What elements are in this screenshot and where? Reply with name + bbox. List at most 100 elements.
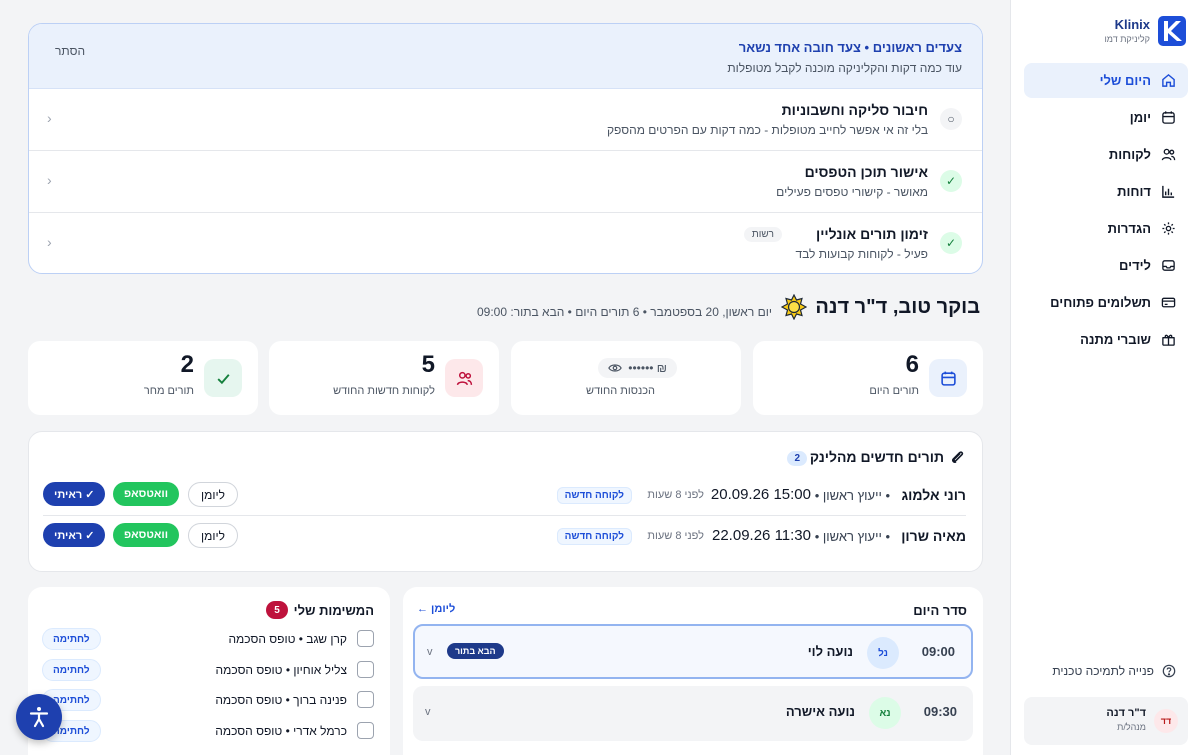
task-item: פנינה ברוך • טופס הסכמה לחתימה (42, 689, 374, 711)
step-check-icon: ✓ (940, 170, 962, 192)
gear-icon (1162, 222, 1175, 235)
booking-row: רוני אלמוג • ייעוץ ראשון • 15:00 20.09.2… (43, 476, 966, 516)
inbox-icon (1162, 260, 1175, 271)
nav-item-label: לידים (1119, 258, 1151, 273)
support-link[interactable]: פנייה לתמיכה טכנית (1024, 657, 1188, 685)
sun-icon (781, 294, 808, 320)
nav-item-label: יומן (1129, 110, 1151, 125)
bar-chart-icon (1162, 185, 1175, 198)
nav-item-calendar[interactable]: יומן (1024, 100, 1188, 135)
link-bookings-card: תורים חדשים מהלינק 2 רוני אלמוג • ייעוץ … (28, 431, 983, 572)
booking-name: רוני אלמוג (901, 487, 966, 503)
home-icon (1162, 73, 1175, 87)
appointment-time: 09:30 (923, 704, 957, 719)
onboarding-step-forms[interactable]: ✓ אישור תוכן הטפסים מאושר - קישורי טפסים… (29, 151, 982, 213)
onboarding-title: צעדים ראשונים • צעד חובה אחד נשאר (738, 40, 962, 55)
stat-value: 5 (421, 351, 435, 378)
task-item: צליל אוחיון • טופס הסכמה לחתימה (42, 659, 374, 681)
chevron-down-icon[interactable]: v (427, 646, 433, 658)
nav-item-label: תשלומים פתוחים (1050, 295, 1151, 310)
greeting: בוקר טוב, ד"ר דנה (781, 294, 980, 320)
check-icon (217, 373, 230, 384)
greeting-meta: יום ראשון, 20 בספטמבר • 6 תורים היום • ה… (477, 305, 772, 319)
stat-card-new-clients[interactable]: 5 לקוחות חדשות החודש (269, 341, 499, 415)
main-nav: היום שלי יומן לקוחות דוחות הגדרות לידים … (1024, 63, 1188, 359)
support-label: פנייה לתמיכה טכנית (1052, 664, 1154, 678)
onboarding-step-online-booking[interactable]: ✓ זימון תורים אונליין רשות פעיל - לקוחות… (29, 213, 982, 273)
user-menu[interactable]: דד ד"ר דנה מנהל/ת (1024, 697, 1188, 745)
nav-item-settings[interactable]: הגדרות (1024, 211, 1188, 246)
help-icon (1162, 664, 1176, 678)
hide-button[interactable]: הסתר (55, 44, 85, 58)
booking-service: • ייעוץ ראשון • (814, 529, 890, 544)
sidebar: Klinix קליניקת דמו היום שלי יומן לקוחות … (1010, 0, 1200, 755)
whatsapp-button[interactable]: וואטסאפ (113, 482, 180, 506)
my-tasks-card: המשימות שלי 5 קרן שגב • טופס הסכמה לחתימ… (28, 587, 390, 755)
nav-item-label: לקוחות (1108, 147, 1151, 162)
sign-button[interactable]: לחתימה (42, 628, 101, 650)
chevron-left-icon: ‹ (47, 234, 52, 250)
users-icon (456, 371, 472, 385)
nav-item-my-day[interactable]: היום שלי (1024, 63, 1188, 98)
booking-datetime: 15:00 20.09.26 (710, 486, 811, 503)
task-item: קרן שגב • טופס הסכמה לחתימה (42, 628, 374, 650)
eye-icon (608, 364, 623, 372)
stat-card-revenue[interactable]: ₪ •••••• הכנסות החודש (511, 341, 741, 415)
stat-value: 2 (180, 351, 194, 378)
accessibility-icon (29, 707, 49, 728)
whatsapp-button[interactable]: וואטסאפ (113, 523, 180, 547)
nav-item-leads[interactable]: לידים (1024, 248, 1188, 283)
sign-button[interactable]: לחתימה (42, 659, 101, 681)
stat-icon-box (929, 359, 967, 397)
task-checkbox[interactable] (357, 691, 374, 708)
tasks-title: המשימות שלי (293, 603, 374, 618)
onboarding-card: צעדים ראשונים • צעד חובה אחד נשאר עוד כמ… (28, 23, 983, 274)
booking-ago: לפני 8 שעות (647, 530, 704, 542)
next-up-badge: הבא בתור (447, 643, 504, 659)
nav-item-reports[interactable]: דוחות (1024, 174, 1188, 209)
masked-value: ₪ •••••• (628, 361, 667, 375)
mark-seen-button[interactable]: ✓ ראיתי (43, 482, 106, 506)
booking-row: מאיה שרון • ייעוץ ראשון • 11:30 22.09.26… (43, 517, 966, 557)
chevron-down-icon[interactable]: v (425, 706, 431, 718)
onboarding-header: צעדים ראשונים • צעד חובה אחד נשאר עוד כמ… (29, 24, 982, 89)
brand[interactable]: Klinix קליניקת דמו (1022, 16, 1186, 46)
appointment-row[interactable]: 09:30 נא נועה אישרה v (413, 686, 973, 741)
stat-icon-box (445, 359, 483, 397)
to-calendar-button[interactable]: ליומן (188, 482, 238, 507)
stat-card-today[interactable]: 6 תורים היום (753, 341, 983, 415)
task-checkbox[interactable] (357, 630, 374, 647)
greeting-title: בוקר טוב, ד"ר דנה (815, 295, 980, 318)
stat-card-tomorrow[interactable]: 2 תורים מחר (28, 341, 258, 415)
step-description: פעיל - לקוחות קבועות לבד (795, 247, 928, 261)
nav-item-open-payments[interactable]: תשלומים פתוחים (1024, 285, 1188, 320)
to-calendar-link[interactable]: ליומן ← (417, 603, 455, 615)
daily-schedule-card: סדר היום ליומן ← 09:00 נל נועה לוי הבא ב… (403, 587, 983, 755)
accessibility-button[interactable] (16, 694, 62, 740)
appointment-row[interactable]: 09:00 נל נועה לוי הבא בתור v (413, 624, 973, 679)
link-bookings-title: תורים חדשים מהלינק (809, 449, 944, 465)
stat-label: תורים מחר (143, 385, 194, 397)
task-text: פנינה ברוך • טופס הסכמה (215, 693, 347, 707)
tasks-count-badge: 5 (266, 601, 288, 619)
to-calendar-button[interactable]: ליומן (188, 523, 238, 548)
mark-seen-button[interactable]: ✓ ראיתי (43, 523, 106, 547)
optional-tag: רשות (743, 227, 782, 242)
avatar: דד (1154, 709, 1178, 733)
masked-revenue[interactable]: ₪ •••••• (598, 358, 677, 378)
task-checkbox[interactable] (357, 661, 374, 678)
onboarding-step-payments[interactable]: ○ חיבור סליקה וחשבוניות בלי זה אי אפשר ל… (29, 89, 982, 151)
step-description: בלי זה אי אפשר לחייב מטופלות - כמה דקות … (606, 123, 928, 137)
nav-item-clients[interactable]: לקוחות (1024, 137, 1188, 172)
paperclip-icon (951, 451, 964, 464)
calendar-icon (940, 371, 956, 386)
stat-label: לקוחות חדשות החודש (333, 385, 435, 397)
count-badge: 2 (787, 451, 807, 466)
nav-item-label: הגדרות (1107, 221, 1151, 236)
step-description: מאושר - קישורי טפסים פעילים (776, 185, 928, 199)
task-checkbox[interactable] (357, 722, 374, 739)
user-name: ד"ר דנה (1106, 707, 1146, 719)
nav-item-gift-vouchers[interactable]: שוברי מתנה (1024, 322, 1188, 357)
credit-card-icon (1161, 297, 1176, 308)
task-text: צליל אוחיון • טופס הסכמה (215, 663, 347, 677)
